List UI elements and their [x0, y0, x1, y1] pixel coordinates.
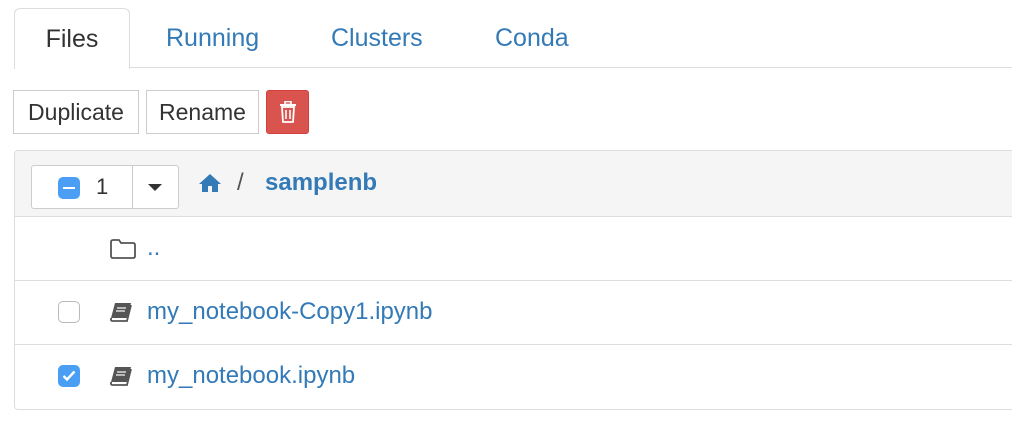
trash-icon	[280, 101, 296, 123]
home-icon[interactable]	[198, 173, 222, 193]
check-icon	[62, 370, 76, 382]
list-item[interactable]: my_notebook.ipynb	[15, 345, 1012, 409]
notebook-icon	[110, 303, 132, 322]
notebook-icon	[110, 367, 132, 386]
duplicate-button[interactable]: Duplicate	[13, 90, 139, 134]
breadcrumb-separator: /	[237, 169, 244, 196]
list-item[interactable]: my_notebook-Copy1.ipynb	[15, 281, 1012, 345]
tab-running[interactable]: Running	[166, 8, 259, 68]
file-list-panel: 1 / samplenb .. my_notebook-Copy1.ipynb	[14, 150, 1012, 410]
selected-count: 1	[96, 174, 109, 199]
partial-select-checkbox-icon	[58, 177, 80, 199]
chevron-down-icon[interactable]	[132, 166, 178, 208]
breadcrumb-current-dir[interactable]: samplenb	[265, 169, 377, 197]
delete-button[interactable]	[266, 90, 309, 134]
tab-conda[interactable]: Conda	[495, 8, 569, 68]
row-checkbox[interactable]	[58, 365, 80, 387]
rename-button[interactable]: Rename	[146, 90, 259, 134]
tab-files[interactable]: Files	[14, 8, 130, 69]
folder-icon	[110, 239, 136, 259]
tab-bar: Files Running Clusters Conda	[14, 8, 1012, 69]
file-list-header: 1 / samplenb	[15, 151, 1012, 217]
file-link[interactable]: my_notebook.ipynb	[147, 362, 355, 390]
row-checkbox[interactable]	[58, 301, 80, 323]
list-item[interactable]: ..	[15, 217, 1012, 281]
tab-clusters[interactable]: Clusters	[331, 8, 423, 68]
select-all-toggle[interactable]: 1	[32, 166, 133, 208]
file-link[interactable]: my_notebook-Copy1.ipynb	[147, 298, 433, 326]
selection-dropdown: 1	[31, 165, 179, 209]
file-link[interactable]: ..	[147, 234, 160, 262]
